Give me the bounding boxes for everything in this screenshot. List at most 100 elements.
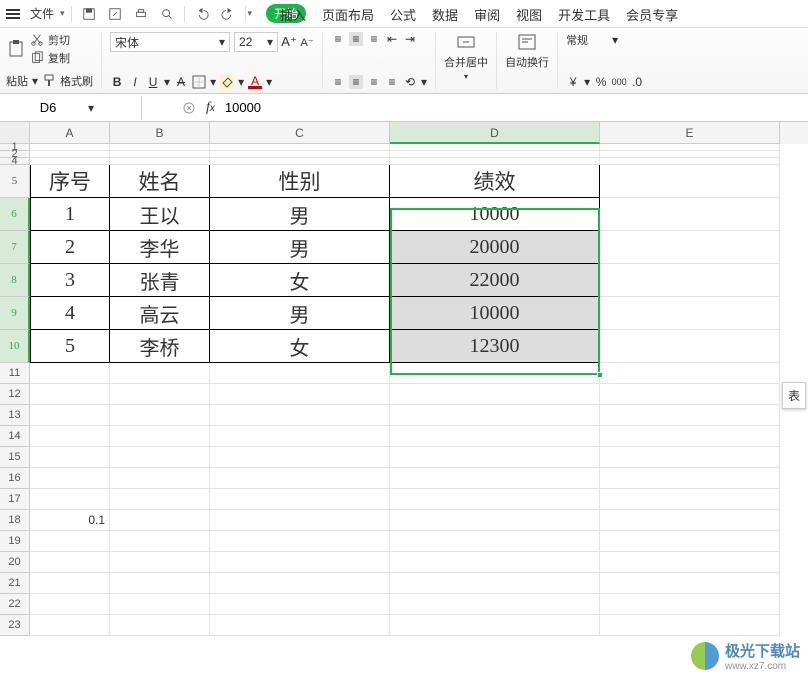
cell[interactable]: 12300 <box>390 330 600 363</box>
row-header[interactable]: 4 <box>0 158 30 165</box>
cell[interactable] <box>600 573 780 594</box>
cell[interactable] <box>210 144 390 151</box>
cell[interactable] <box>30 594 110 615</box>
cell[interactable]: 李桥 <box>110 330 210 363</box>
bold-button[interactable]: B <box>110 75 124 89</box>
cell[interactable] <box>600 489 780 510</box>
align-right-icon[interactable]: ≡ <box>367 75 381 89</box>
cell[interactable] <box>600 165 780 198</box>
cell[interactable]: 22000 <box>390 264 600 297</box>
cell[interactable] <box>600 330 780 363</box>
cell[interactable] <box>210 552 390 573</box>
cell[interactable] <box>210 426 390 447</box>
font-name-select[interactable]: 宋体▾ <box>110 32 230 52</box>
row-header[interactable]: 20 <box>0 552 30 573</box>
row-header[interactable]: 17 <box>0 489 30 510</box>
cell[interactable]: 高云 <box>110 297 210 330</box>
col-header-B[interactable]: B <box>110 122 210 144</box>
floating-label[interactable]: 表 <box>782 382 806 409</box>
cell[interactable]: 性别 <box>210 165 390 198</box>
cell[interactable] <box>210 363 390 384</box>
cancel-formula-icon[interactable] <box>182 101 196 115</box>
cell[interactable] <box>600 405 780 426</box>
cell[interactable] <box>110 615 210 636</box>
align-justify-icon[interactable]: ≡ <box>385 75 399 89</box>
formula-input[interactable] <box>225 100 625 115</box>
cell[interactable]: 序号 <box>30 165 110 198</box>
cell[interactable] <box>110 158 210 165</box>
cell[interactable] <box>390 405 600 426</box>
fill-handle[interactable] <box>597 372 603 378</box>
cell[interactable] <box>110 489 210 510</box>
cell[interactable] <box>30 447 110 468</box>
cell[interactable]: 4 <box>30 297 110 330</box>
cell[interactable]: 女 <box>210 330 390 363</box>
tab-pagelayout[interactable]: 页面布局 <box>322 5 374 24</box>
comma-icon[interactable]: 000 <box>612 75 626 89</box>
cell[interactable] <box>390 594 600 615</box>
cell[interactable]: 20000 <box>390 231 600 264</box>
cell[interactable]: 5 <box>30 330 110 363</box>
cell[interactable] <box>30 468 110 489</box>
col-header-D[interactable]: D <box>390 122 600 144</box>
cell[interactable] <box>210 615 390 636</box>
cell[interactable] <box>210 510 390 531</box>
align-bottom-icon[interactable]: ≡ <box>367 32 381 46</box>
cell[interactable] <box>600 297 780 330</box>
tab-devtools[interactable]: 开发工具 <box>558 5 610 24</box>
cell[interactable] <box>390 573 600 594</box>
currency-icon[interactable]: ¥ <box>566 75 580 89</box>
cell[interactable] <box>30 552 110 573</box>
cell[interactable]: 男 <box>210 231 390 264</box>
cell[interactable] <box>600 594 780 615</box>
cell[interactable] <box>30 144 110 151</box>
wrap-text-button[interactable]: 自动换行 <box>505 32 549 70</box>
cell[interactable] <box>390 384 600 405</box>
increase-font-icon[interactable]: A⁺ <box>282 35 296 49</box>
cell[interactable] <box>110 405 210 426</box>
row-header[interactable]: 11 <box>0 363 30 384</box>
row-header[interactable]: 19 <box>0 531 30 552</box>
row-header[interactable]: 5 <box>0 165 30 198</box>
tab-insert[interactable]: 插入 <box>280 5 306 24</box>
cell[interactable] <box>210 594 390 615</box>
cell[interactable] <box>600 615 780 636</box>
row-header[interactable]: 16 <box>0 468 30 489</box>
cell[interactable] <box>210 447 390 468</box>
cell[interactable] <box>600 468 780 489</box>
number-format-select[interactable]: 常规 <box>566 32 588 48</box>
row-header[interactable]: 18 <box>0 510 30 531</box>
cell[interactable] <box>210 489 390 510</box>
row-header[interactable]: 7 <box>0 231 30 264</box>
cell[interactable] <box>210 405 390 426</box>
cell[interactable]: 1 <box>30 198 110 231</box>
cell[interactable] <box>110 594 210 615</box>
col-header-A[interactable]: A <box>30 122 110 144</box>
align-center-icon[interactable]: ≡ <box>349 75 363 89</box>
cell[interactable] <box>110 144 210 151</box>
tab-data[interactable]: 数据 <box>432 5 458 24</box>
font-size-select[interactable]: 22▾ <box>234 32 278 52</box>
row-header[interactable]: 23 <box>0 615 30 636</box>
cell[interactable] <box>110 426 210 447</box>
cell[interactable] <box>390 144 600 151</box>
cell[interactable] <box>390 158 600 165</box>
cell[interactable] <box>390 615 600 636</box>
font-color-button[interactable]: A <box>248 75 262 89</box>
cell[interactable]: 张青 <box>110 264 210 297</box>
cell[interactable] <box>210 384 390 405</box>
indent-decrease-icon[interactable]: ⇤ <box>385 32 399 46</box>
cell[interactable] <box>600 158 780 165</box>
decrease-font-icon[interactable]: A⁻ <box>300 35 314 49</box>
cell[interactable] <box>30 573 110 594</box>
cell[interactable] <box>110 447 210 468</box>
row-header[interactable]: 22 <box>0 594 30 615</box>
cell[interactable] <box>30 426 110 447</box>
cell[interactable] <box>600 231 780 264</box>
cell[interactable] <box>390 468 600 489</box>
cell[interactable] <box>390 531 600 552</box>
cell[interactable] <box>390 489 600 510</box>
row-header[interactable]: 8 <box>0 264 30 297</box>
cell[interactable]: 王以 <box>110 198 210 231</box>
strikethrough-button[interactable]: A <box>174 75 188 89</box>
